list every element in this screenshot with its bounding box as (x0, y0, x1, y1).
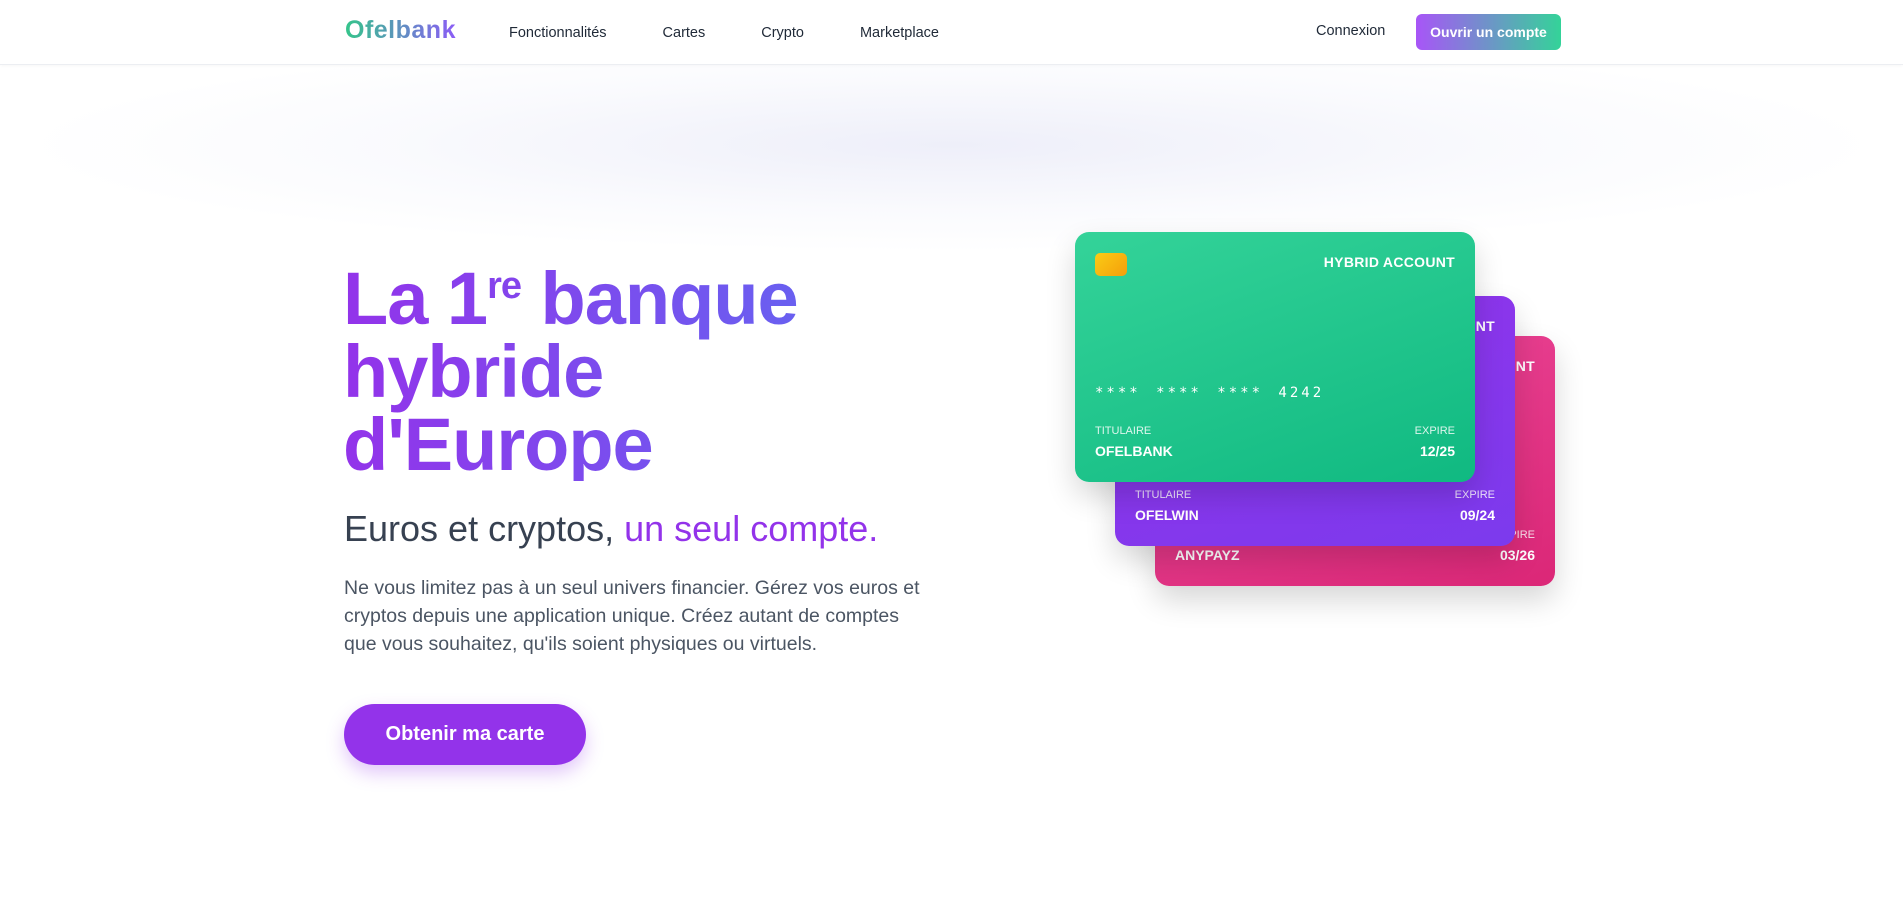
card-number: **** **** **** 4242 (1095, 385, 1325, 401)
site-header: Ofelbank Fonctionnalités Cartes Crypto M… (0, 0, 1903, 65)
card-expire-value: 03/26 (1499, 547, 1535, 563)
card-expire-value: 09/24 (1459, 507, 1495, 523)
hero-title-sup: re (487, 265, 521, 307)
card-expire-value: 12/25 (1419, 443, 1455, 459)
login-link[interactable]: Connexion (1316, 23, 1385, 39)
card-expire-label: EXPIRE (1414, 425, 1455, 437)
subtitle-plain: Euros et cryptos, (344, 508, 625, 549)
logo[interactable]: Ofelbank (345, 16, 456, 45)
nav-item-marketplace[interactable]: Marketplace (860, 25, 939, 41)
card-type-label: NT (1515, 358, 1535, 374)
nav-item-crypto[interactable]: Crypto (761, 25, 804, 41)
hero-title-line-1: La 1re banque (343, 257, 798, 340)
card-type-label: NT (1475, 318, 1495, 334)
subtitle-accent: un seul compte. (624, 508, 879, 549)
card-holder-name: ANYPAYZ (1175, 547, 1240, 563)
hero-title-post: banque (521, 257, 798, 340)
card-type-label: HYBRID ACCOUNT (1323, 254, 1455, 270)
nav-item-fonctionnalites[interactable]: Fonctionnalités (509, 25, 607, 41)
card-expire-label: EXPIRE (1454, 489, 1495, 501)
hero-description: Ne vous limitez pas à un seul univers fi… (344, 577, 920, 655)
hero-title: La 1re banque hybride d'Europe (343, 262, 863, 481)
open-account-button[interactable]: Ouvrir un compte (1416, 14, 1561, 50)
hero-subtitle: Euros et cryptos, un seul compte. (344, 508, 878, 550)
card-holder-name: OFELWIN (1135, 507, 1199, 523)
hero-background-glow (40, 40, 1863, 250)
card-holder-label: TITULAIRE (1135, 489, 1192, 501)
main-nav: Fonctionnalités Cartes Crypto Marketplac… (509, 0, 939, 65)
hero-title-pre: La 1 (343, 257, 488, 340)
card-holder-label: TITULAIRE (1095, 425, 1152, 437)
hero-title-line-3: d'Europe (343, 403, 653, 486)
card-chip-icon (1095, 253, 1127, 276)
nav-item-cartes[interactable]: Cartes (663, 25, 706, 41)
card-ofelbank: HYBRID ACCOUNT **** **** **** 4242 TITUL… (1075, 232, 1475, 482)
card-holder-name: OFELBANK (1095, 443, 1173, 459)
hero-title-line-2: hybride (343, 330, 604, 413)
get-card-button[interactable]: Obtenir ma carte (344, 704, 586, 765)
